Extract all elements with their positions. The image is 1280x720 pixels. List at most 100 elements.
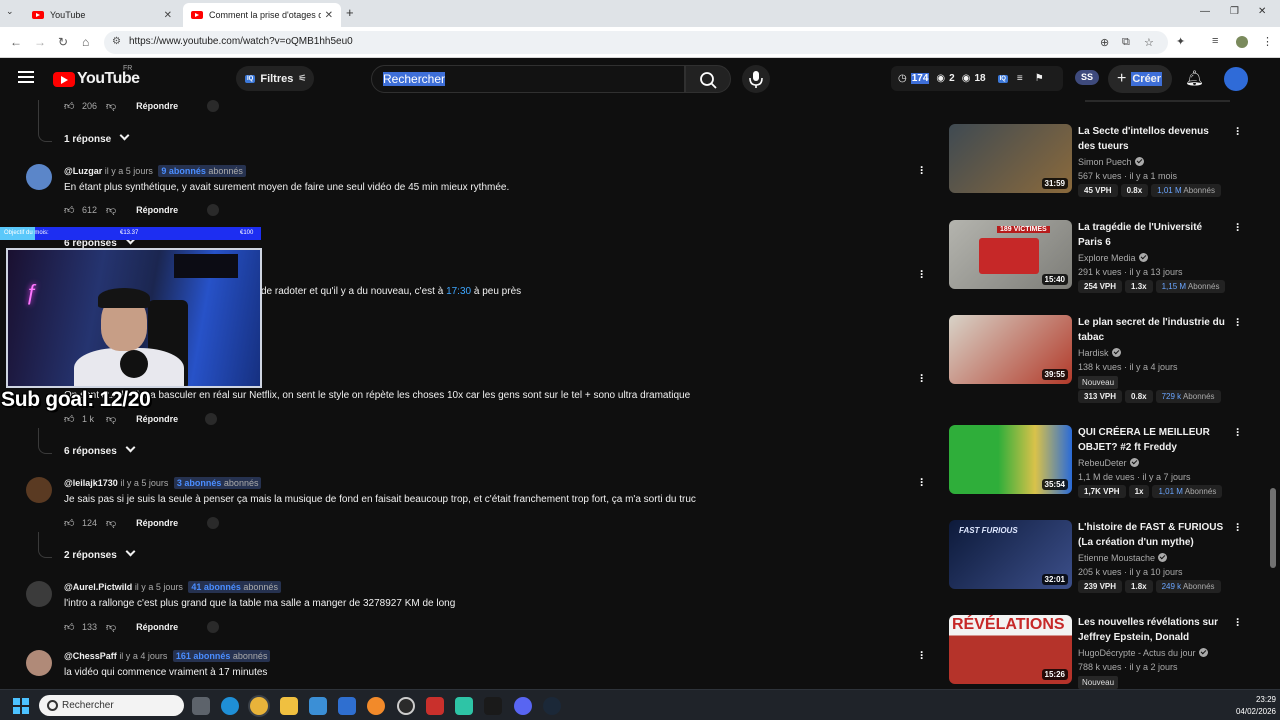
comment-time[interactable]: il y a 5 jours [120,478,168,488]
video-thumbnail[interactable]: 35:54 [949,425,1072,494]
discord-icon[interactable] [514,697,532,715]
new-tab-icon[interactable]: + [346,5,354,20]
user-badge[interactable]: SS [1075,70,1099,85]
video-channel[interactable]: RebeuDeter [1078,458,1139,468]
extensions-icon[interactable]: ✦ [1176,35,1185,48]
youtube-logo[interactable]: YouTube FR [53,65,140,88]
replies-toggle[interactable]: 6 réponses [64,442,136,457]
reply-button[interactable]: Répondre [136,622,178,632]
avatar[interactable] [26,477,52,503]
comment-author[interactable]: @leilajk1730 [64,478,118,488]
create-button[interactable]: + Créer [1108,65,1172,93]
menu-kebab-icon[interactable]: ⋮ [1262,35,1273,48]
comment-menu-icon[interactable]: · · · [919,161,925,179]
comment-author[interactable]: @ChessPaff [64,651,117,661]
avatar[interactable] [26,581,52,607]
edge-icon[interactable] [221,697,239,715]
video-menu-icon[interactable]: · · · [1235,518,1241,536]
search-button[interactable] [685,65,731,93]
tab-list-icon[interactable]: ⌄ [6,6,14,17]
replies-toggle[interactable]: 1 réponse [64,130,130,145]
video-title[interactable]: La Secte d'intellos devenus des tueurs [1078,124,1228,154]
dislike-icon[interactable]: 👎︎ [106,413,116,425]
reload-icon[interactable]: ↻ [58,35,68,49]
video-menu-icon[interactable]: · · · [1235,218,1241,236]
store-icon[interactable] [309,697,327,715]
app-waveform-icon[interactable] [484,697,502,715]
hamburger-menu-icon[interactable] [18,71,34,83]
search-input[interactable]: Rechercher [371,65,685,93]
comment-menu-icon[interactable]: · · · [919,265,925,283]
like-icon[interactable]: 👍︎ [64,621,76,633]
task-view-icon[interactable] [192,697,210,715]
video-title[interactable]: QUI CRÉERA LE MEILLEUR OBJET? #2 ft Fred… [1078,425,1228,455]
comment-time[interactable]: il y a 5 jours [135,582,183,592]
account-avatar[interactable] [1224,67,1248,91]
like-icon[interactable]: 👍︎ [64,517,76,529]
video-thumbnail[interactable]: 31:59 [949,124,1072,193]
obs-icon[interactable] [397,697,415,715]
comment-menu-icon[interactable]: · · · [919,369,925,387]
like-icon[interactable]: 👍︎ [64,100,76,112]
replies-toggle[interactable]: 2 réponses [64,546,136,561]
recommended-video[interactable]: 39:55 Le plan secret de l'industrie du t… [949,313,1249,403]
comment-time[interactable]: il y a 5 jours [105,166,153,176]
dislike-icon[interactable]: 👎︎ [106,100,116,112]
comment-author[interactable]: @Luzgar [64,166,102,176]
dislike-icon[interactable]: 👎︎ [106,621,116,633]
bookmark-star-icon[interactable]: ☆ [1144,36,1154,49]
close-icon[interactable]: ✕ [325,10,333,21]
brave-icon[interactable] [367,697,385,715]
browser-tab-video[interactable]: Comment la prise d'otages du ✕ [183,3,341,27]
dislike-icon[interactable]: 👎︎ [106,204,116,216]
comment-menu-icon[interactable]: · · · [919,646,925,664]
badge-icon[interactable]: ⚑ [1035,73,1044,84]
video-title[interactable]: Le plan secret de l'industrie du tabac [1078,315,1228,345]
reply-button[interactable]: Répondre [136,518,178,528]
browser-tab-youtube[interactable]: YouTube ✕ [24,3,180,27]
install-icon[interactable]: ⧉ [1122,36,1130,49]
notifications-bell-icon[interactable]: 🔔︎ [1185,69,1204,87]
video-menu-icon[interactable]: · · · [1235,313,1241,331]
windows-start-icon[interactable] [13,698,29,714]
avatar[interactable] [26,650,52,676]
video-thumbnail[interactable]: 39:55 [949,315,1072,384]
taskbar-search-input[interactable]: Rechercher [39,695,184,716]
filters-button[interactable]: IQ Filtres ⚟ [236,66,314,91]
home-icon[interactable]: ⌂ [82,35,89,49]
video-menu-icon[interactable]: · · · [1235,423,1241,441]
video-title[interactable]: La tragédie de l'Université Paris 6 [1078,220,1228,250]
site-info-icon[interactable]: ⚙ [112,36,121,47]
page-scrollbar[interactable] [1270,488,1276,568]
reading-list-icon[interactable]: ≡ [1212,35,1218,47]
comment-timestamp-link[interactable]: 17:30 [446,286,471,297]
video-thumbnail[interactable]: FAST FURIOUS 32:01 [949,520,1072,589]
comment-author[interactable]: @Aurel.Pictwild [64,582,132,592]
mail-icon[interactable] [338,697,356,715]
comment-time[interactable]: il y a 4 jours [119,651,167,661]
like-icon[interactable]: 👍︎ [64,204,76,216]
dislike-icon[interactable]: 👎︎ [106,517,116,529]
comment-menu-icon[interactable]: · · · [919,473,925,491]
video-channel[interactable]: Etienne Moustache [1078,553,1168,563]
recommended-video[interactable]: 35:54 QUI CRÉERA LE MEILLEUR OBJET? #2 f… [949,423,1249,500]
video-title[interactable]: L'histoire de FAST & FURIOUS (La créatio… [1078,520,1228,550]
taskbar-clock[interactable]: 23:29 04/02/2026 [1232,694,1276,718]
close-window-icon[interactable]: ✕ [1258,6,1266,17]
close-icon[interactable]: ✕ [164,10,172,21]
restore-icon[interactable]: ❐ [1230,6,1239,17]
voice-search-button[interactable] [742,65,770,93]
file-explorer-icon[interactable] [280,697,298,715]
video-thumbnail[interactable]: RÉVÉLATIONS 15:26 [949,615,1072,684]
like-icon[interactable]: 👍︎ [64,413,76,425]
reply-button[interactable]: Répondre [136,414,178,424]
iq-extension-icon[interactable]: IQ [997,74,1008,83]
app-red-icon[interactable] [426,697,444,715]
app-teal-icon[interactable] [455,697,473,715]
reply-button[interactable]: Répondre [136,101,178,111]
video-thumbnail[interactable]: 189 VICTIMES 15:40 [949,220,1072,289]
recommended-video[interactable]: 189 VICTIMES 15:40 La tragédie de l'Univ… [949,218,1249,295]
chrome-icon[interactable] [250,697,268,715]
video-menu-icon[interactable]: · · · [1235,122,1241,140]
forward-icon[interactable]: → [34,35,46,49]
